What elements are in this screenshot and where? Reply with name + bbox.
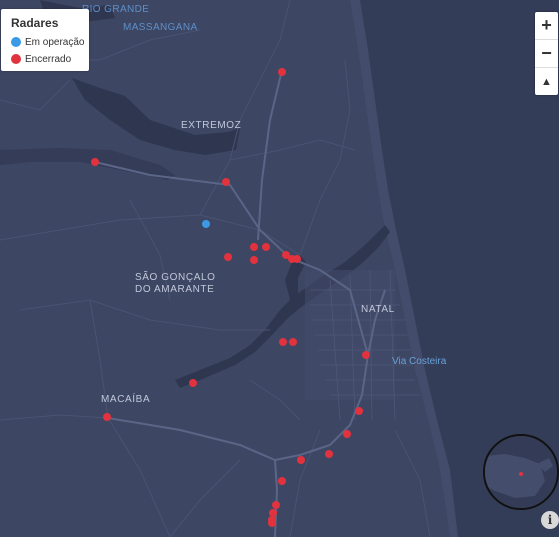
radar-marker-closed[interactable] [325, 450, 333, 458]
zoom-out-button[interactable]: − [535, 40, 558, 68]
radar-marker-closed[interactable] [297, 456, 305, 464]
radar-marker-closed[interactable] [269, 509, 277, 517]
radar-marker-closed[interactable] [355, 407, 363, 415]
radar-marker-closed[interactable] [250, 256, 258, 264]
radar-marker-closed[interactable] [250, 243, 258, 251]
legend-item-closed[interactable]: Encerrado [11, 52, 71, 66]
legend-title: Radares [11, 16, 59, 30]
overview-minimap[interactable] [483, 434, 559, 510]
radar-marker-closed[interactable] [279, 338, 287, 346]
radar-marker-closed[interactable] [222, 178, 230, 186]
legend-item-label: Em operação [25, 36, 85, 48]
minimap-location-marker [519, 472, 523, 476]
minimap-shape [485, 436, 557, 508]
reset-north-button[interactable]: ▲ [535, 68, 558, 95]
radar-marker-closed[interactable] [362, 351, 370, 359]
legend: Radares Em operação Encerrado [1, 9, 89, 71]
legend-item-label: Encerrado [25, 53, 72, 65]
radar-marker-closed[interactable] [224, 253, 232, 261]
zoom-controls: + − ▲ [535, 12, 558, 95]
radar-marker-closed[interactable] [91, 158, 99, 166]
zoom-in-button[interactable]: + [535, 12, 558, 40]
radar-marker-closed[interactable] [272, 501, 280, 509]
radar-marker-closed[interactable] [103, 413, 111, 421]
compass-icon: ▲ [541, 75, 552, 88]
red-dot-icon [11, 54, 21, 64]
blue-dot-icon [11, 37, 21, 47]
radar-marker-operating[interactable] [202, 220, 210, 228]
radar-marker-closed[interactable] [262, 243, 270, 251]
radar-marker-closed[interactable] [289, 338, 297, 346]
map-canvas[interactable]: RIO GRANDE MASSANGANA EXTREMOZ SÃO GONÇA… [0, 0, 559, 537]
legend-item-operating[interactable]: Em operação [11, 35, 84, 49]
radar-markers-layer [91, 68, 370, 527]
info-button[interactable]: i [541, 511, 559, 529]
radar-marker-closed[interactable] [293, 255, 301, 263]
radar-marker-closed[interactable] [278, 477, 286, 485]
info-icon: i [547, 513, 553, 527]
radar-marker-closed[interactable] [343, 430, 351, 438]
radar-marker-closed[interactable] [278, 68, 286, 76]
radar-marker-closed[interactable] [268, 519, 276, 527]
radar-marker-closed[interactable] [189, 379, 197, 387]
